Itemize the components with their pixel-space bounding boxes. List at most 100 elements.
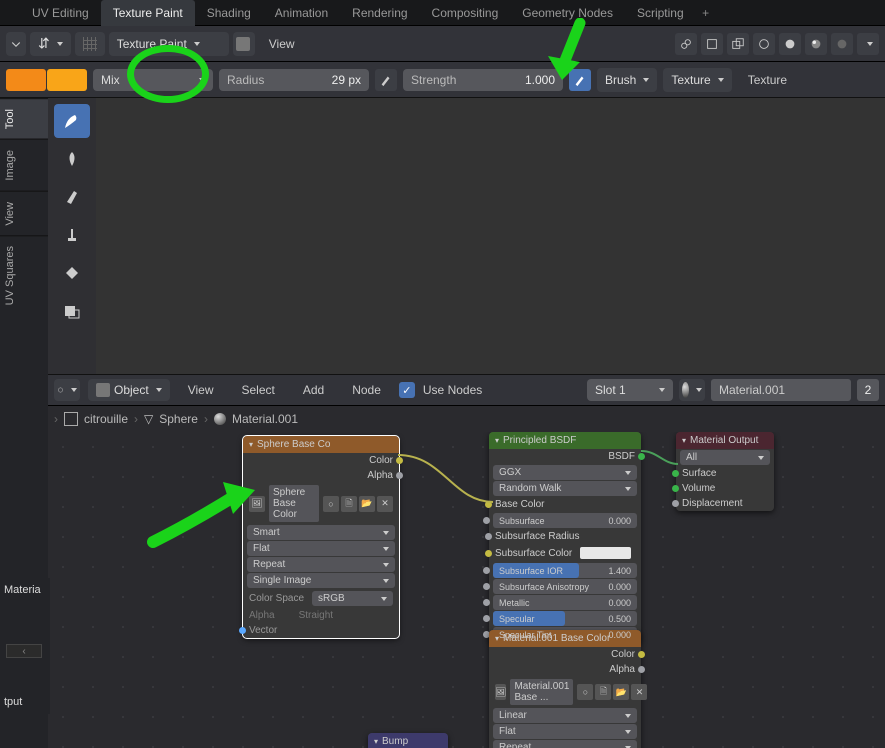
node-material-output[interactable]: ▾Material Output All Surface Volume Disp… xyxy=(676,432,774,511)
ws-tab-uv[interactable]: UV Editing xyxy=(20,0,101,26)
ws-tab-geonodes[interactable]: Geometry Nodes xyxy=(510,0,625,26)
node-image-texture-2[interactable]: ▾Material.001 Base Color Color Alpha 🖼 M… xyxy=(489,630,641,748)
secondary-color[interactable] xyxy=(47,69,87,91)
proj-select[interactable]: Flat xyxy=(247,541,395,556)
bc-material[interactable]: Material.001 xyxy=(232,412,298,426)
tool-fill[interactable] xyxy=(54,256,90,290)
editor-type-button[interactable] xyxy=(6,32,26,56)
texture-menu-2[interactable]: Texture xyxy=(738,73,787,87)
node-editor-canvas[interactable]: ▾Sphere Base Co Color Alpha 🖼 Sphere Bas… xyxy=(48,432,885,748)
socket-bsdf[interactable] xyxy=(638,453,645,460)
tool-smear[interactable] xyxy=(54,180,90,214)
mode-select[interactable]: Texture Paint xyxy=(109,32,229,56)
texture-name-field[interactable]: Sphere Base Color xyxy=(269,485,319,522)
bc-object[interactable]: citrouille xyxy=(84,412,128,426)
collapse-toggle[interactable]: ‹ xyxy=(6,644,42,658)
socket-volume[interactable] xyxy=(672,485,679,492)
add-workspace-button[interactable]: + xyxy=(696,6,716,20)
socket-alpha[interactable] xyxy=(396,472,403,479)
tool-soften[interactable] xyxy=(54,142,90,176)
material-panel-label[interactable]: Materia xyxy=(0,578,50,602)
material-browse[interactable] xyxy=(679,379,705,401)
gizmo-toggle[interactable] xyxy=(675,33,697,55)
texture-menu[interactable]: Texture xyxy=(663,68,731,92)
new-image-button[interactable]: 🗎 xyxy=(595,684,611,700)
shading-render[interactable] xyxy=(831,33,853,55)
node-image-texture-1[interactable]: ▾Sphere Base Co Color Alpha 🖼 Sphere Bas… xyxy=(243,436,399,638)
socket-base-color[interactable] xyxy=(485,501,492,508)
material-slot-select[interactable]: Slot 1 xyxy=(587,379,673,401)
sidebar-tab-tool[interactable]: Tool xyxy=(0,98,48,139)
shading-wire[interactable] xyxy=(753,33,775,55)
strength-field[interactable]: Strength 1.000 xyxy=(403,69,563,91)
interp-select[interactable]: Linear xyxy=(493,708,637,723)
overlays-toggle[interactable] xyxy=(701,33,723,55)
node-header[interactable]: ▾Bump xyxy=(368,733,448,748)
pivot-button[interactable]: ⇵ xyxy=(30,32,71,56)
proj-select[interactable]: Flat xyxy=(493,724,637,739)
socket-alpha[interactable] xyxy=(638,666,645,673)
node-bump[interactable]: ▾Bump xyxy=(368,733,448,748)
ws-tab-comp[interactable]: Compositing xyxy=(420,0,511,26)
strength-pressure-toggle[interactable] xyxy=(569,69,591,91)
tool-draw[interactable] xyxy=(54,104,90,138)
material-users[interactable]: 2 xyxy=(857,379,879,401)
brush-menu[interactable]: Brush xyxy=(597,68,657,92)
socket-disp[interactable] xyxy=(672,500,679,507)
colorspace-select[interactable]: sRGB xyxy=(312,591,393,606)
unlink-image-button[interactable]: ✕ xyxy=(631,684,647,700)
ne-menu-view[interactable]: View xyxy=(178,383,224,397)
slider-subsurface[interactable]: Subsurface0.000 xyxy=(493,513,637,528)
ne-menu-select[interactable]: Select xyxy=(231,383,284,397)
ws-tab-script[interactable]: Scripting xyxy=(625,0,696,26)
shading-matprev[interactable] xyxy=(805,33,827,55)
texture-name-field[interactable]: Material.001 Base ... xyxy=(510,679,573,705)
snap-button[interactable] xyxy=(75,32,105,56)
use-nodes-checkbox[interactable]: ✓ xyxy=(399,382,415,398)
node-header[interactable]: ▾Principled BSDF xyxy=(489,432,641,449)
tool-mask[interactable] xyxy=(54,294,90,328)
ws-tab-render[interactable]: Rendering xyxy=(340,0,419,26)
sss-select[interactable]: Random Walk xyxy=(493,481,637,496)
radius-field[interactable]: Radius 29 px xyxy=(219,69,369,91)
material-name-field[interactable]: Material.001 xyxy=(711,379,851,401)
slider-specular[interactable]: Specular0.500 xyxy=(493,611,637,626)
ne-menu-add[interactable]: Add xyxy=(293,383,334,397)
dist-select[interactable]: GGX xyxy=(493,465,637,480)
xray-toggle[interactable] xyxy=(727,33,749,55)
ws-tab-texpaint[interactable]: Texture Paint xyxy=(101,0,195,26)
new-image-button[interactable]: 🗎 xyxy=(341,496,357,512)
socket-vector[interactable] xyxy=(239,627,246,634)
shader-type-select[interactable]: Object xyxy=(88,379,170,401)
socket-color[interactable] xyxy=(638,651,645,658)
open-image-button[interactable]: 📂 xyxy=(613,684,629,700)
ws-tab-shading[interactable]: Shading xyxy=(195,0,263,26)
output-panel-label[interactable]: tput xyxy=(0,690,50,714)
image-browse-button[interactable]: 🖼 xyxy=(249,496,265,512)
open-image-button[interactable]: 📂 xyxy=(359,496,375,512)
ext-select[interactable]: Repeat xyxy=(247,557,395,572)
src-select[interactable]: Single Image xyxy=(247,573,395,588)
ws-tab-anim[interactable]: Animation xyxy=(263,0,340,26)
slider-subsurface-anisotropy[interactable]: Subsurface Anisotropy0.000 xyxy=(493,579,637,594)
sidebar-tab-view[interactable]: View xyxy=(0,191,48,236)
shading-solid[interactable] xyxy=(779,33,801,55)
node-principled-bsdf[interactable]: ▾Principled BSDF BSDF GGX Random Walk Ba… xyxy=(489,432,641,643)
node-editor-type[interactable] xyxy=(54,379,80,401)
sidebar-tab-image[interactable]: Image xyxy=(0,139,48,191)
radius-pressure-toggle[interactable] xyxy=(375,69,397,91)
image-browse-button[interactable]: 🖼 xyxy=(495,684,506,700)
socket-color[interactable] xyxy=(396,457,403,464)
node-header[interactable]: ▾Sphere Base Co xyxy=(243,436,399,453)
slider-metallic[interactable]: Metallic0.000 xyxy=(493,595,637,610)
socket-surface[interactable] xyxy=(672,470,679,477)
ne-menu-node[interactable]: Node xyxy=(342,383,391,397)
color-swatches[interactable] xyxy=(6,69,87,91)
bc-mesh[interactable]: Sphere xyxy=(159,412,198,426)
target-select[interactable]: All xyxy=(680,450,770,465)
sidebar-tab-uvsquares[interactable]: UV Squares xyxy=(0,235,48,315)
slider-subsurface-ior[interactable]: Subsurface IOR1.400 xyxy=(493,563,637,578)
interp-select[interactable]: Smart xyxy=(247,525,395,540)
view-menu[interactable]: View xyxy=(259,37,305,51)
show-overlays-button[interactable] xyxy=(233,32,255,56)
